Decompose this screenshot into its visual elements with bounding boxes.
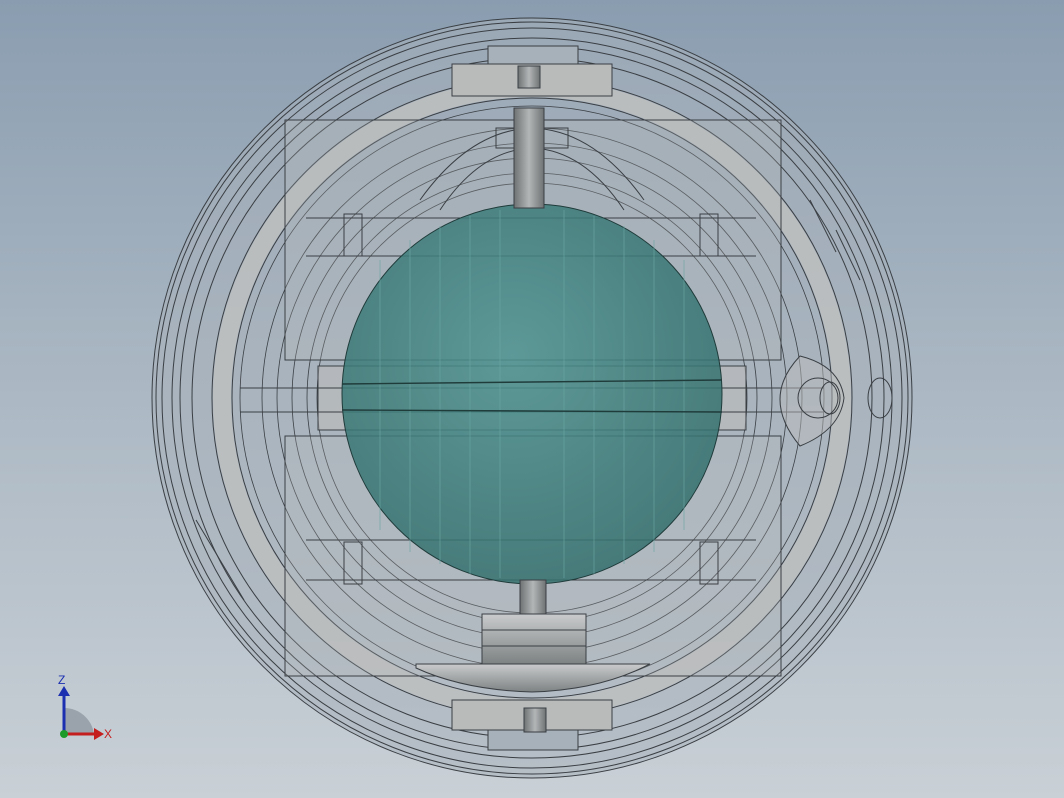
orientation-triad: Z X: [40, 672, 130, 752]
x-axis-label: X: [104, 727, 112, 741]
cad-viewport[interactable]: [0, 0, 1064, 798]
y-axis-icon: [60, 730, 68, 738]
xz-plane-icon: [64, 707, 94, 734]
z-axis-label: Z: [58, 673, 65, 687]
gyroscope-sphere[interactable]: [341, 203, 723, 585]
